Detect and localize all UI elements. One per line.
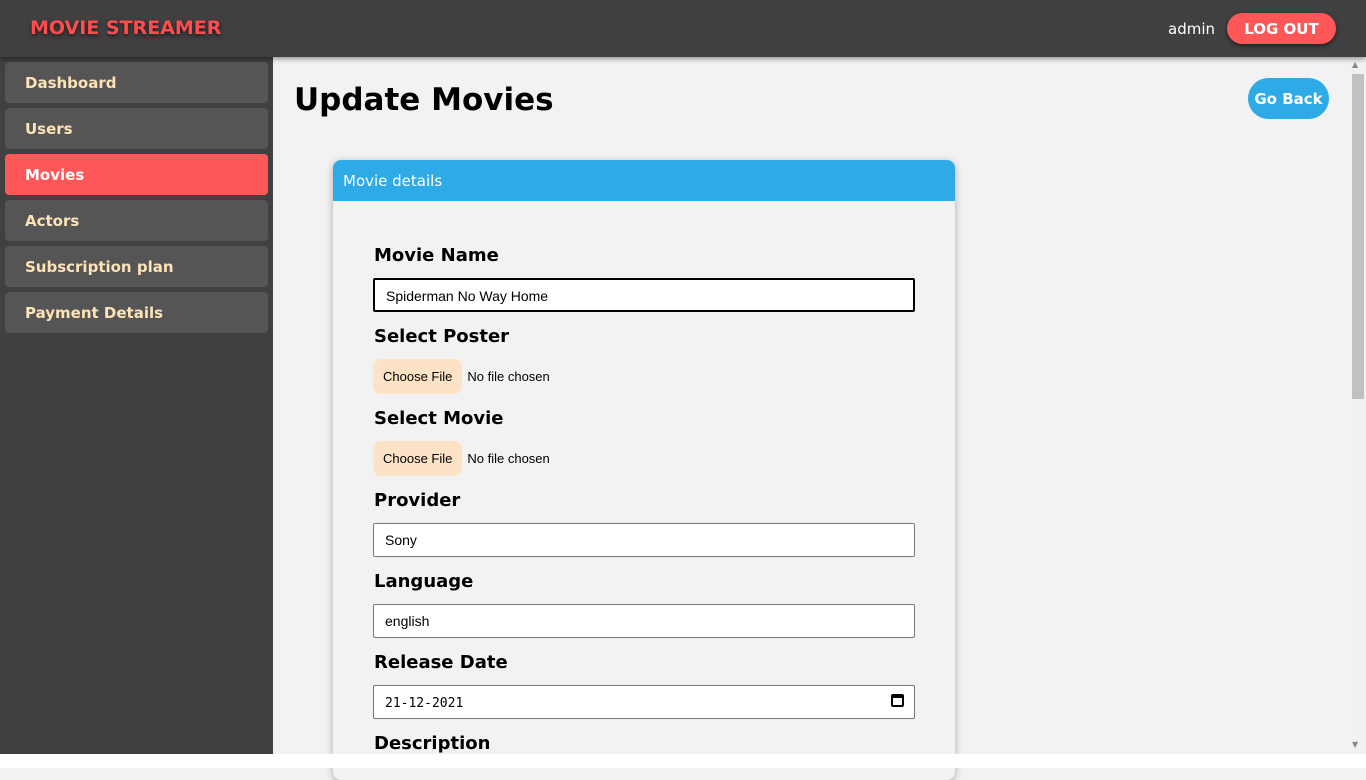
sidebar-item-subscription-plan[interactable]: Subscription plan <box>5 246 268 287</box>
sidebar: Dashboard Users Movies Actors Subscripti… <box>0 57 273 768</box>
provider-input[interactable]: Sony <box>373 523 915 557</box>
go-back-button[interactable]: Go Back <box>1248 78 1329 119</box>
app-logo: MOVIE STREAMER <box>30 17 222 39</box>
movie-file-status: No file chosen <box>467 451 550 466</box>
top-bar: MOVIE STREAMER admin LOG OUT <box>0 0 1366 57</box>
sidebar-item-users[interactable]: Users <box>5 108 268 149</box>
provider-label: Provider <box>374 490 461 511</box>
language-input[interactable]: english <box>373 604 915 638</box>
choose-movie-button[interactable]: Choose File <box>373 441 463 476</box>
language-label: Language <box>374 571 474 592</box>
sidebar-item-movies[interactable]: Movies <box>5 154 268 195</box>
movie-name-label: Movie Name <box>374 245 499 266</box>
bottom-edge <box>0 754 1366 768</box>
username: admin <box>1168 20 1215 38</box>
poster-label: Select Poster <box>374 326 510 347</box>
calendar-icon[interactable] <box>891 694 904 707</box>
movie-name-input[interactable]: Spiderman No Way Home <box>373 278 915 312</box>
sidebar-item-payment-details[interactable]: Payment Details <box>5 292 268 333</box>
logout-button[interactable]: LOG OUT <box>1227 13 1336 44</box>
movie-file-label: Select Movie <box>374 408 504 429</box>
release-date-value: 21-12-2021 <box>385 696 464 711</box>
release-date-input[interactable]: 21-12-2021 <box>373 685 915 719</box>
sidebar-item-actors[interactable]: Actors <box>5 200 268 241</box>
choose-poster-button[interactable]: Choose File <box>373 359 463 394</box>
scroll-up-icon[interactable]: ▲ <box>1352 60 1358 69</box>
sidebar-item-dashboard[interactable]: Dashboard <box>5 62 268 103</box>
page-title: Update Movies <box>294 82 554 118</box>
movie-file-input[interactable]: Choose File No file chosen <box>373 441 550 476</box>
poster-file-input[interactable]: Choose File No file chosen <box>373 359 550 394</box>
poster-file-status: No file chosen <box>467 369 550 384</box>
movie-details-card: Movie details Movie Name Spiderman No Wa… <box>333 160 955 780</box>
release-date-label: Release Date <box>374 652 508 673</box>
scrollbar-thumb[interactable] <box>1352 74 1364 399</box>
scroll-down-icon[interactable]: ▼ <box>1352 740 1358 749</box>
card-title: Movie details <box>333 160 955 201</box>
description-label: Description <box>374 733 491 754</box>
